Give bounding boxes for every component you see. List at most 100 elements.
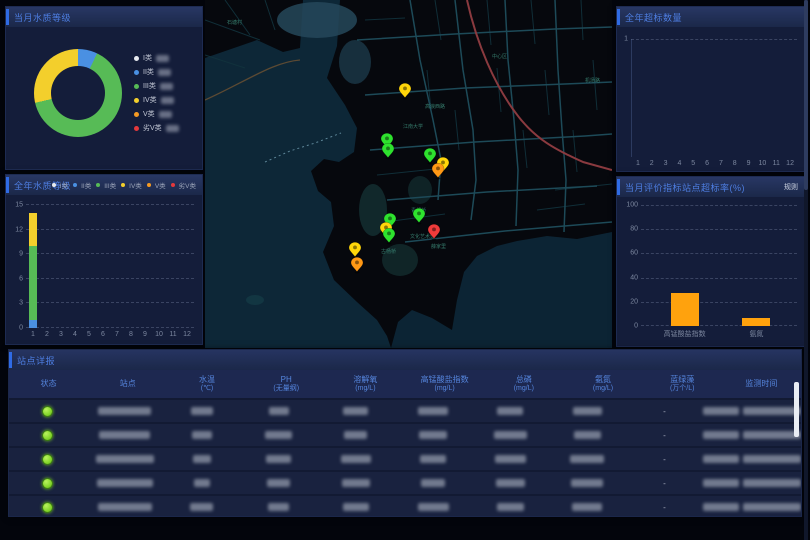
legend-label: IV类	[129, 180, 142, 190]
legend-item[interactable]: 劣V类	[171, 180, 196, 190]
redacted-value	[418, 503, 449, 511]
x-tick: 1	[31, 331, 35, 338]
bar[interactable]	[742, 318, 770, 326]
table-scrollbar[interactable]	[794, 372, 799, 510]
map-place-label: 石塘村	[227, 19, 242, 26]
legend-item[interactable]: 劣V类	[134, 123, 179, 133]
redacted-value	[703, 503, 739, 511]
x-tick: 9	[747, 160, 751, 167]
legend-item[interactable]: IV类	[121, 180, 142, 190]
table-row[interactable]: -	[9, 448, 801, 470]
legend-dot-icon	[134, 112, 139, 117]
legend-item[interactable]: III类	[134, 81, 179, 91]
table-row[interactable]: -	[9, 472, 801, 494]
table-row[interactable]: -	[9, 400, 801, 422]
y-axis	[631, 39, 632, 157]
table-row[interactable]: -	[9, 424, 801, 446]
x-tick: 2	[45, 331, 49, 338]
legend-item[interactable]: V类	[134, 109, 179, 119]
x-tick: 8	[129, 331, 133, 338]
x-tick: 5	[87, 331, 91, 338]
legend-item[interactable]: II类	[73, 180, 91, 190]
legend-label: I类	[143, 53, 152, 63]
redacted-value	[193, 455, 211, 463]
panel-year-exceed: 全年超标数量 1123456789101112	[616, 6, 806, 172]
legend-item[interactable]: I类	[52, 180, 68, 190]
bar-segment[interactable]	[29, 320, 37, 328]
redacted-value	[342, 479, 370, 487]
gridline	[26, 327, 194, 328]
redacted-value	[268, 503, 289, 511]
bar-segment[interactable]	[29, 213, 37, 246]
column-header: PH(无量纲)	[247, 375, 326, 394]
x-tick: 7	[719, 160, 723, 167]
redacted-value	[573, 407, 602, 415]
y-tick: 0	[634, 323, 638, 330]
legend-label: III类	[104, 180, 116, 190]
redacted-value	[703, 407, 739, 415]
map-place-label: 薛家里	[431, 243, 446, 250]
legend-item[interactable]: III类	[96, 180, 116, 190]
empty-bar-chart: 1123456789101112	[631, 39, 797, 157]
bar-segment[interactable]	[29, 246, 37, 320]
rule-link[interactable]: 规则	[784, 177, 798, 197]
x-tick: 11	[169, 331, 176, 338]
legend-label: 劣V类	[143, 123, 162, 133]
map-place-label: 中心区	[492, 53, 507, 60]
legend-dot-icon	[134, 98, 139, 103]
table-scrollbar-thumb[interactable]	[794, 382, 799, 437]
y-tick: 40	[630, 274, 638, 281]
y-tick: 20	[630, 298, 638, 305]
panel-station-report: 站点详报 状态站点水温(℃)PH(无量纲)溶解氧(mg/L)高锰酸盐指数(mg/…	[8, 349, 802, 517]
legend-label: II类	[81, 180, 91, 190]
x-tick: 4	[73, 331, 77, 338]
status-dot-icon	[42, 454, 53, 465]
redacted-value	[494, 431, 527, 439]
y-tick: 6	[19, 275, 23, 282]
redacted-value	[703, 479, 739, 487]
legend-dot-icon	[96, 183, 100, 187]
redacted-value	[572, 503, 602, 511]
redacted-value	[194, 479, 210, 487]
legend-label: II类	[143, 67, 154, 77]
legend-dot-icon	[121, 183, 125, 187]
x-tick: 11	[773, 160, 780, 167]
x-tick: 12	[786, 160, 794, 167]
y-tick: 100	[626, 202, 638, 209]
legend-label: V类	[143, 109, 155, 119]
legend-item[interactable]: I类	[134, 53, 179, 63]
bar[interactable]	[671, 293, 699, 326]
map-place-label: 高浪西路	[425, 103, 445, 110]
legend-item[interactable]: IV类	[134, 95, 179, 105]
redacted-value	[344, 431, 367, 439]
legend-item[interactable]: II类	[134, 67, 179, 77]
redacted-value	[96, 455, 154, 463]
map-place-label: 机场路	[585, 77, 600, 84]
legend-item[interactable]: V类	[147, 180, 166, 190]
x-tick: 3	[664, 160, 668, 167]
page-scrollbar[interactable]	[804, 0, 808, 540]
gridline	[631, 39, 797, 40]
legend-label: III类	[143, 81, 156, 91]
legend-dot-icon	[134, 126, 139, 131]
column-header: 高锰酸盐指数(mg/L)	[405, 375, 484, 394]
redacted-value	[703, 455, 739, 463]
redacted-value	[269, 407, 289, 415]
redacted-value	[419, 431, 447, 439]
x-tick: 8	[733, 160, 737, 167]
bar-category-label: 高锰酸盐指数	[664, 329, 706, 339]
table-row[interactable]: -	[9, 496, 801, 516]
x-tick: 9	[143, 331, 147, 338]
gridline	[641, 205, 797, 206]
status-dot-icon	[42, 478, 53, 489]
x-tick: 6	[101, 331, 105, 338]
column-header: 水温(℃)	[167, 375, 246, 394]
table-body: -----	[9, 398, 801, 516]
redacted-value	[495, 455, 526, 463]
redacted-value	[743, 407, 801, 415]
redacted-value	[743, 503, 801, 511]
panel-year-quality: 全年水质等级 I类II类III类IV类V类劣V类 036912151234567…	[5, 174, 203, 345]
page-scrollbar-thumb[interactable]	[804, 0, 808, 190]
redacted-value	[166, 125, 179, 132]
map[interactable]: 石塘村中心区机场路高浪西路江南大学青祁桥文化艺术馆薛家里古杨桥	[205, 0, 612, 348]
